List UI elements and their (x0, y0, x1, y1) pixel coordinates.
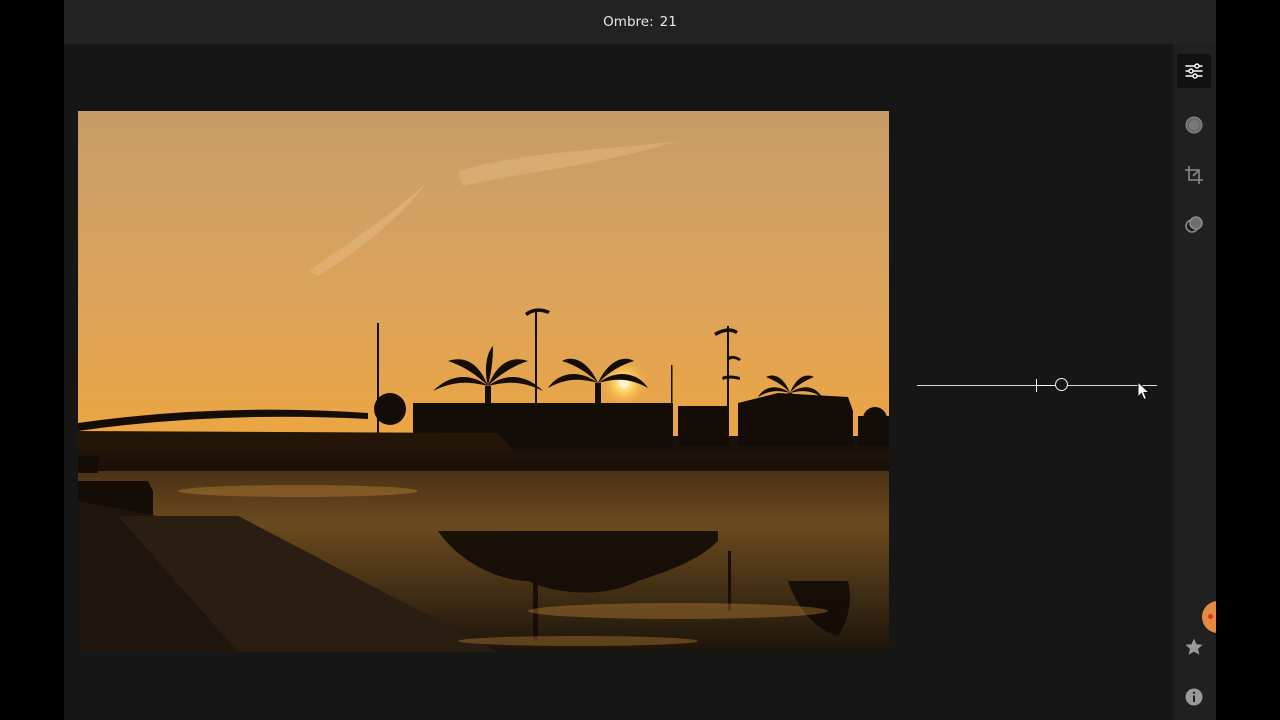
info-icon (1185, 688, 1203, 706)
mouse-cursor-icon (1137, 381, 1151, 401)
sliders-icon (1185, 63, 1203, 79)
floating-badge[interactable] (1202, 601, 1216, 633)
tool-vignette[interactable] (1177, 108, 1211, 142)
slider-thumb[interactable] (1055, 378, 1069, 391)
crop-icon (1185, 166, 1203, 184)
tool-adjust[interactable] (1177, 54, 1211, 88)
photo-canvas[interactable] (78, 111, 889, 652)
photo-editor: Ombre: 21 (64, 0, 1216, 720)
sunset-photo (78, 111, 889, 652)
vignette-icon (1185, 116, 1203, 134)
tool-filters[interactable] (1177, 208, 1211, 242)
filters-icon (1185, 216, 1203, 233)
shadows-slider[interactable] (917, 375, 1157, 397)
adjustment-label: Ombre: (603, 14, 654, 30)
star-icon (1185, 638, 1203, 655)
top-bar: Ombre: 21 (64, 0, 1216, 44)
tool-info[interactable] (1177, 680, 1211, 714)
adjustment-value: 21 (659, 14, 677, 30)
tool-crop[interactable] (1177, 158, 1211, 192)
tool-rate[interactable] (1177, 630, 1211, 664)
